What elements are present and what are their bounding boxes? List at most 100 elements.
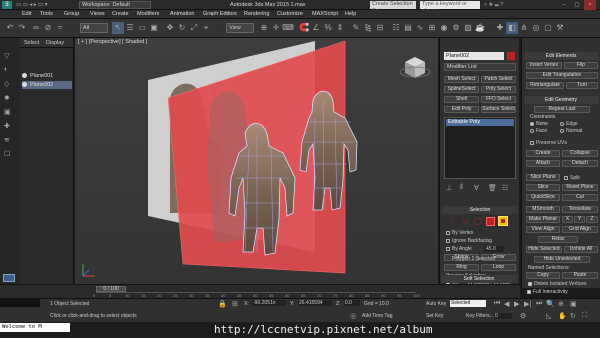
close-button[interactable]: × (584, 0, 596, 10)
ffd-select-button[interactable]: FFD Select (481, 96, 516, 103)
render-setup-icon[interactable]: ⚙ (450, 22, 462, 34)
pan-view-icon[interactable]: ✋ (558, 312, 567, 320)
object-color-swatch[interactable] (507, 52, 515, 60)
next-frame-icon[interactable]: ▶| (524, 300, 531, 308)
render-production-icon[interactable]: ☕ (474, 22, 486, 34)
quick-select-field[interactable]: Create Selection Set (370, 1, 416, 14)
menu-create[interactable]: Create (112, 11, 129, 18)
flip-button[interactable]: Flip (564, 62, 598, 69)
ignore-backfacing-checkbox[interactable]: Ignore Backfacing (446, 238, 492, 244)
tree-item-plane002[interactable]: Plane002 (22, 81, 72, 89)
helper-filter-icon[interactable]: ✚ (4, 122, 10, 130)
selected-key-dropdown[interactable]: Selected (450, 300, 486, 307)
split-checkbox[interactable]: Split (564, 175, 580, 181)
loop-button[interactable]: Loop (481, 264, 516, 271)
layer-manager-icon[interactable]: ☷ (390, 22, 402, 34)
border-mode-icon[interactable]: ◯ (474, 217, 483, 226)
link-icon[interactable]: ∞ (30, 22, 42, 34)
planar-y-button[interactable]: Y (574, 216, 585, 223)
x-coord-field[interactable]: -90.2051n (252, 300, 286, 306)
current-frame-field[interactable]: 0 (494, 313, 512, 319)
time-slider[interactable]: 0 / 100 0 5 10 15 20 25 30 35 40 45 50 55 60 65 70 75 80… (0, 284, 520, 298)
cut-button[interactable]: Cut (562, 194, 598, 201)
auto-key-button[interactable]: Auto Key (426, 301, 446, 307)
insert-vertex-button[interactable]: Insert Vertex (526, 62, 562, 69)
polygon-mode-icon[interactable] (486, 217, 495, 226)
key-filters-button[interactable]: Key Filters... (466, 313, 494, 319)
graphite-toolbar-icon[interactable]: ▤ (402, 22, 414, 34)
copy-button[interactable]: Copy (526, 272, 560, 279)
select-rotate-icon[interactable]: ↻ (176, 22, 188, 34)
modifier-stack[interactable]: Editable Poly (444, 117, 516, 179)
tab-select[interactable]: Select (24, 39, 39, 47)
select-move-icon[interactable]: ✥ (164, 22, 176, 34)
constraint-none-radio[interactable]: None (530, 121, 548, 127)
layer-explorer-icon[interactable] (3, 274, 15, 282)
edit-geometry-header[interactable]: Edit Geometry (524, 96, 598, 104)
viewport-scene[interactable] (75, 38, 438, 284)
grid-align-button[interactable]: Grid Align (562, 226, 598, 233)
add-time-tag-button[interactable]: Add Time Tag (362, 313, 392, 319)
edit-triangulation-button[interactable]: Edit Triangulation (526, 72, 598, 79)
select-manipulate-icon[interactable]: ✛ (270, 22, 282, 34)
group-filter-icon[interactable]: ☐ (4, 150, 10, 158)
rendered-frame-icon[interactable]: ▨ (462, 22, 474, 34)
app-logo-icon[interactable]: 3 (2, 1, 12, 9)
edit-elements-header[interactable]: Edit Elements (524, 52, 598, 60)
stack-item-editable-poly[interactable]: Editable Poly (446, 119, 514, 126)
menu-edit[interactable]: Edit (22, 11, 31, 18)
constraint-edge-radio[interactable]: Edge (560, 121, 578, 127)
soft-selection-rollout-header[interactable]: Soft Selection (441, 275, 517, 283)
by-angle-checkbox[interactable]: By Angle (446, 246, 472, 252)
schematic-view-icon[interactable]: ⊞ (426, 22, 438, 34)
go-to-start-icon[interactable]: ⏮ (494, 300, 500, 308)
pin-stack-icon[interactable]: ⊥ (446, 184, 452, 192)
edit-poly-button[interactable]: Edit Poly (444, 106, 479, 113)
menu-group[interactable]: Group (64, 11, 79, 18)
zoom-all-icon[interactable]: ⊕ (558, 300, 564, 308)
filter-icon[interactable]: ▽ (4, 52, 9, 60)
attach-button[interactable]: Attach (526, 160, 560, 167)
show-end-result-icon[interactable]: ‖ (460, 184, 463, 191)
minimize-button[interactable]: – (558, 0, 570, 10)
select-by-name-icon[interactable]: ☰ (124, 22, 136, 34)
previous-frame-icon[interactable]: ◀ (504, 300, 509, 308)
paste-button[interactable]: Paste (562, 272, 598, 279)
mirror-icon[interactable]: ⧎ (362, 22, 374, 34)
visibility-icon[interactable] (22, 73, 27, 79)
menu-help[interactable]: Help (345, 11, 356, 18)
shape-filter-icon[interactable]: ◇ (4, 80, 9, 88)
edit-named-selection-icon[interactable]: ✎ (350, 22, 362, 34)
mesh-select-button[interactable]: Mesh Select (444, 76, 479, 83)
ring-button[interactable]: Ring (444, 264, 479, 271)
select-object-icon[interactable]: ↖ (112, 22, 124, 34)
menu-rendering[interactable]: Rendering (244, 11, 269, 18)
by-vertex-checkbox[interactable]: By Vertex (446, 230, 473, 236)
retriangulate-button[interactable]: Retriangulate (526, 82, 564, 89)
geometry-filter-icon[interactable]: ◐ (4, 66, 8, 73)
make-unique-icon[interactable]: ∀ (474, 184, 479, 192)
tessellate-button[interactable]: Tessellate (562, 206, 598, 213)
select-place-icon[interactable]: ⌖ (200, 22, 212, 34)
configure-sets-icon[interactable]: ☷ (502, 184, 508, 192)
select-scale-icon[interactable]: ⤢ (188, 22, 200, 34)
curve-editor-icon[interactable]: ∿ (414, 22, 426, 34)
menu-animation[interactable]: Animation (170, 11, 194, 18)
remove-modifier-icon[interactable]: 🗑 (488, 184, 497, 192)
search-input[interactable]: Type a keyword or phrase (420, 1, 480, 14)
utilities-panel-icon[interactable]: ⚒ (554, 22, 566, 34)
orbit-icon[interactable]: ↻ (570, 312, 576, 320)
hide-unselected-button[interactable]: Hide Unselected (534, 256, 590, 263)
display-panel-icon[interactable]: ▢ (542, 22, 554, 34)
by-angle-value[interactable]: 45.0 (484, 246, 504, 252)
maximize-button[interactable]: ▢ (571, 0, 583, 10)
bind-space-warp-icon[interactable]: ≈ (54, 22, 66, 34)
constraint-normal-radio[interactable]: Normal (560, 128, 582, 134)
undo-icon[interactable]: ↶ (4, 22, 16, 34)
view-align-button[interactable]: View Align (526, 226, 560, 233)
maxscript-mini-listener[interactable]: Welcome to M (0, 323, 70, 332)
play-icon[interactable]: ▶ (514, 300, 519, 308)
camera-filter-icon[interactable]: ▣ (4, 108, 11, 116)
spline-select-button[interactable]: SplineSelect (444, 86, 479, 93)
zoom-extents-icon[interactable]: ▣ (570, 300, 577, 308)
